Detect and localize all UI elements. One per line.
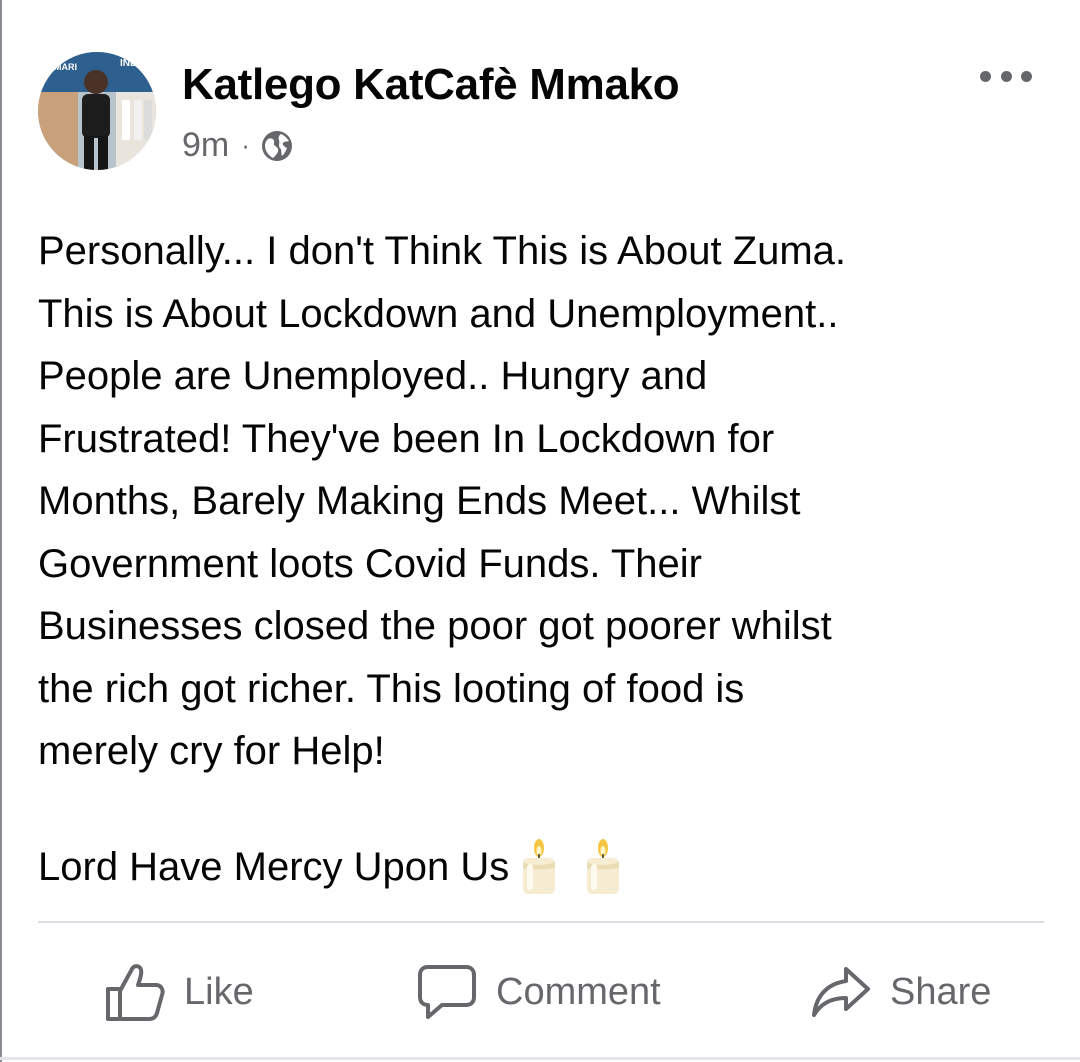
post-body: Personally... I don't Think This is Abou… <box>38 220 1048 783</box>
post-body-line: Government loots Covid Funds. Their <box>38 541 703 586</box>
post-timestamp[interactable]: 9m <box>182 126 229 165</box>
post-signoff: Lord Have Mercy Upon Us <box>38 836 623 898</box>
post-header: MARI INE Katlego KatCafè Mmako 9m · <box>38 52 1038 174</box>
comment-icon <box>418 965 476 1019</box>
post-body-line: Frustrated! They've been In Lockdown for <box>38 416 775 461</box>
share-icon <box>812 967 870 1017</box>
post-body-line: People are Unemployed.. Hungry and <box>38 354 708 398</box>
more-dot <box>980 70 991 82</box>
author-name[interactable]: Katlego KatCafè Mmako <box>182 60 680 110</box>
post-body-line: the rich got richer. This looting of foo… <box>38 666 745 711</box>
comment-label: Comment <box>496 970 661 1013</box>
thumbs-up-icon <box>106 964 165 1021</box>
post-body-line: Months, Barely Making Ends Meet... Whils… <box>38 479 801 523</box>
svg-text:INE: INE <box>120 58 137 69</box>
post-meta: 9m · <box>182 126 294 165</box>
post-body-line: This is About Lockdown and Unemployment.… <box>38 291 839 336</box>
post-actions: Like Comment Share <box>38 952 1044 1032</box>
like-label: Like <box>184 970 254 1013</box>
more-dot <box>1000 70 1012 82</box>
globe-icon[interactable] <box>260 129 294 163</box>
like-button[interactable]: Like <box>104 952 254 1032</box>
share-button[interactable]: Share <box>810 952 991 1032</box>
comment-button[interactable]: Comment <box>416 952 661 1032</box>
avatar[interactable]: MARI INE <box>38 52 156 170</box>
svg-text:MARI: MARI <box>54 62 77 72</box>
candle-icon <box>523 839 556 894</box>
post-body-line: Businesses closed the poor got poorer wh… <box>38 604 832 648</box>
post-bottom-border <box>0 1057 1080 1060</box>
more-dot <box>1021 70 1032 82</box>
avatar-photo: MARI INE <box>38 52 156 170</box>
facebook-post: MARI INE Katlego KatCafè Mmako 9m · Pers… <box>0 0 1080 1062</box>
more-horizontal-icon[interactable] <box>980 66 1032 86</box>
share-label: Share <box>890 970 992 1013</box>
post-body-line: Personally... I don't Think This is Abou… <box>38 229 847 273</box>
meta-separator: · <box>241 130 250 160</box>
post-body-line: merely cry for Help! <box>38 729 385 773</box>
actions-divider <box>38 921 1044 923</box>
candle-icon <box>587 839 620 894</box>
signoff-text: Lord Have Mercy Upon Us <box>38 845 510 889</box>
